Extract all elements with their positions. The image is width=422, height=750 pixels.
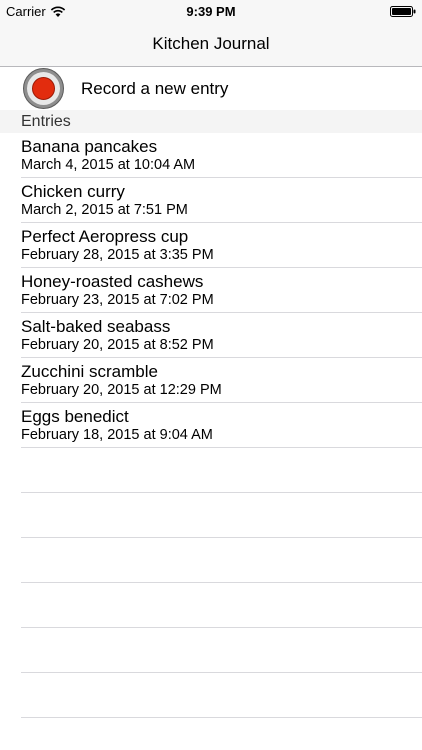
empty-row — [21, 538, 422, 583]
record-icon-dot — [32, 77, 55, 100]
record-icon[interactable] — [23, 68, 64, 109]
entry-title: Eggs benedict — [21, 407, 129, 426]
status-bar: Carrier 9:39 PM — [0, 0, 422, 22]
empty-row — [21, 448, 422, 493]
entry-title: Chicken curry — [21, 182, 125, 201]
empty-row — [21, 583, 422, 628]
entry-row[interactable]: Zucchini scramble February 20, 2015 at 1… — [21, 358, 422, 403]
empty-row — [21, 673, 422, 718]
app-screen: Carrier 9:39 PM Kitchen Journal Record a… — [0, 0, 422, 750]
entry-date: February 18, 2015 at 9:04 AM — [21, 427, 213, 443]
entry-row[interactable]: Salt-baked seabass February 20, 2015 at … — [21, 313, 422, 358]
entry-date: February 20, 2015 at 12:29 PM — [21, 382, 222, 398]
entry-row[interactable]: Banana pancakes March 4, 2015 at 10:04 A… — [21, 133, 422, 178]
entry-row[interactable]: Perfect Aeropress cup February 28, 2015 … — [21, 223, 422, 268]
navigation-bar: Kitchen Journal — [0, 22, 422, 67]
record-new-entry-label[interactable]: Record a new entry — [81, 79, 228, 99]
entry-date: March 4, 2015 at 10:04 AM — [21, 157, 196, 173]
nav-title: Kitchen Journal — [152, 34, 270, 53]
entry-date: February 28, 2015 at 3:35 PM — [21, 247, 214, 263]
entry-title: Zucchini scramble — [21, 362, 158, 381]
entry-row[interactable]: Eggs benedict February 18, 2015 at 9:04 … — [21, 403, 422, 448]
record-new-entry-row[interactable]: Record a new entry — [0, 67, 422, 110]
entries-section-label: Entries — [21, 113, 71, 130]
empty-row — [21, 493, 422, 538]
entry-date: March 2, 2015 at 7:51 PM — [21, 202, 188, 218]
entry-row[interactable]: Honey-roasted cashews February 23, 2015 … — [21, 268, 422, 313]
entry-title: Banana pancakes — [21, 137, 158, 156]
entry-date: February 20, 2015 at 8:52 PM — [21, 337, 214, 353]
entries-section-header: Entries — [0, 110, 422, 133]
entry-date: February 23, 2015 at 7:02 PM — [21, 292, 214, 308]
entry-row[interactable]: Chicken curry March 2, 2015 at 7:51 PM — [21, 178, 422, 223]
entry-title: Perfect Aeropress cup — [21, 227, 189, 246]
empty-row — [21, 628, 422, 673]
entries-list: Banana pancakes March 4, 2015 at 10:04 A… — [0, 133, 422, 718]
entry-title: Honey-roasted cashews — [21, 272, 204, 291]
battery-icon — [390, 6, 416, 17]
entry-title: Salt-baked seabass — [21, 317, 171, 336]
status-time: 9:39 PM — [186, 4, 236, 19]
